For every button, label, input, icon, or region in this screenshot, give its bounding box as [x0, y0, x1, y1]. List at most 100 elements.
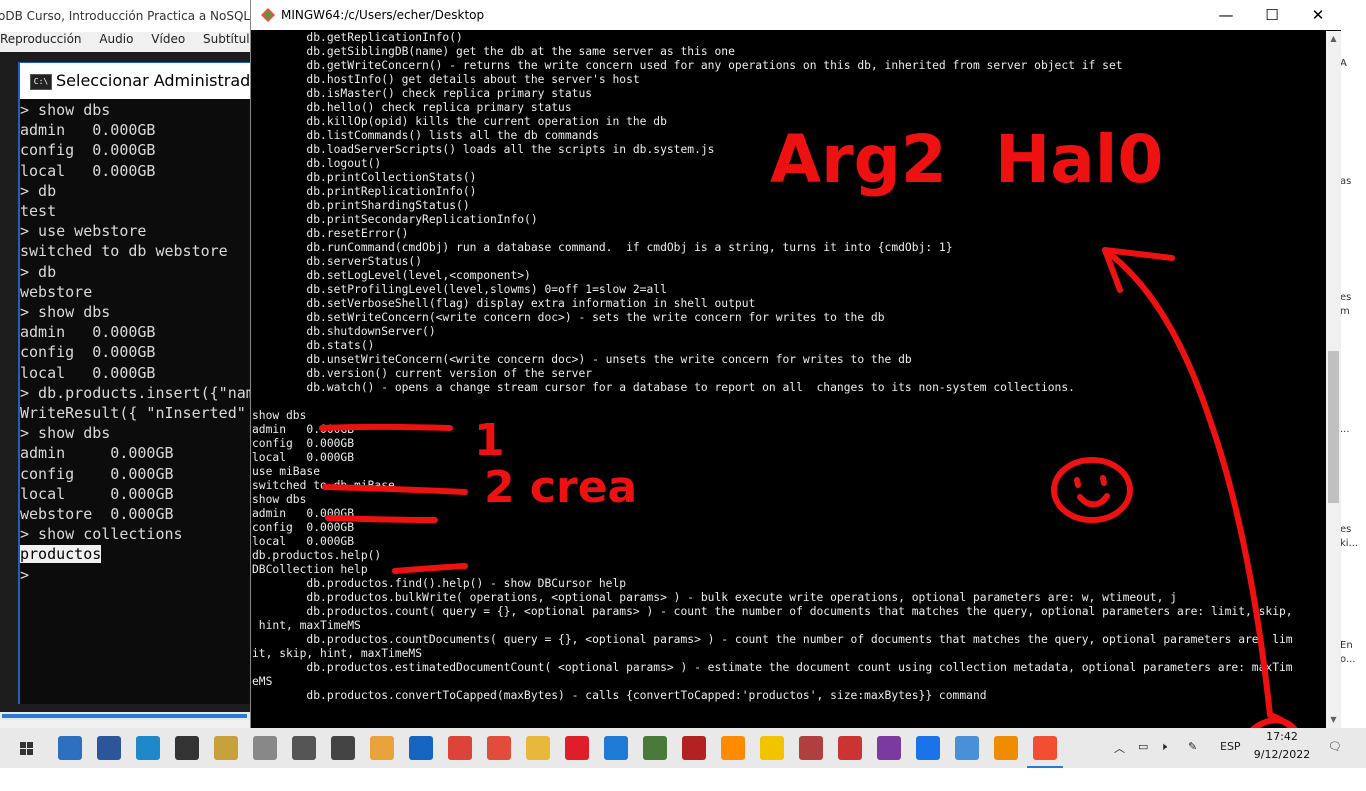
- terminal-line: db.getSiblingDB(name) get the db at the …: [252, 45, 735, 58]
- opera-icon[interactable]: [565, 736, 589, 760]
- terminal-line: switched to db miBase: [252, 479, 395, 492]
- pen-icon[interactable]: ✎: [1188, 740, 1197, 753]
- cmd-line: > db.products.insert({"nam: [20, 383, 255, 402]
- cmd-output: > show dbs admin 0.000GB config 0.000GB loc…: [20, 100, 260, 700]
- edge-text: m: [1340, 306, 1350, 317]
- filezilla-icon[interactable]: [682, 736, 706, 760]
- terminal-line: config 0.000GB: [252, 437, 355, 450]
- globe-icon[interactable]: [955, 736, 979, 760]
- cmd-line: WriteResult({ "nInserted": [20, 404, 246, 423]
- terminal-titlebar[interactable]: MINGW64:/c/Users/echer/Desktop — ☐ ✕: [251, 0, 1341, 30]
- terminal-line: eMS: [252, 675, 273, 688]
- terminal-title: MINGW64:/c/Users/echer/Desktop: [281, 8, 485, 22]
- stars-icon[interactable]: [175, 736, 199, 760]
- terminal-line: db.printShardingStatus(): [252, 199, 470, 212]
- chrome-icon[interactable]: [448, 736, 472, 760]
- terminal-line: db.productos.countDocuments( query = {},…: [252, 633, 1293, 646]
- cmd-line: > show dbs: [20, 424, 111, 443]
- vscode-icon[interactable]: [604, 736, 628, 760]
- git-icon[interactable]: [1027, 736, 1063, 768]
- scroll-up-icon[interactable]: ▲: [1326, 31, 1341, 47]
- terminal-line: hint, maxTimeMS: [252, 619, 361, 632]
- scroll-down-icon[interactable]: ▼: [1326, 712, 1341, 728]
- terminal-line: db.resetError(): [252, 227, 409, 240]
- edge-text: A: [1340, 58, 1347, 69]
- h-icon[interactable]: [409, 736, 433, 760]
- terminal-line: db.setVerboseShell(flag) display extra i…: [252, 297, 756, 310]
- sheets-icon[interactable]: [136, 736, 160, 760]
- terminal-line: db.productos.bulkWrite( operations, <opt…: [252, 591, 1177, 604]
- cmd-titlebar: C:\ Seleccionar Administrador: Sím: [20, 62, 307, 99]
- media-player-menu: Reproducción Audio Vídeo Subtítulo H: [0, 32, 284, 52]
- minimize-button[interactable]: —: [1203, 0, 1249, 30]
- camera-icon[interactable]: [253, 736, 277, 760]
- terminal-line: db.killOp(opid) kills the current operat…: [252, 115, 667, 128]
- edge-text: En: [1340, 640, 1353, 651]
- taskbar-clock[interactable]: 17:42 9/12/2022: [1244, 728, 1320, 768]
- battery-icon[interactable]: ▭: [1138, 740, 1148, 753]
- start-icon[interactable]: [6, 728, 44, 768]
- terminal-line: db.productos.find().help() - show DBCurs…: [252, 577, 627, 590]
- language-indicator[interactable]: ESP: [1220, 740, 1241, 753]
- vc-icon[interactable]: [916, 736, 940, 760]
- cmd-icon: C:\: [30, 74, 52, 90]
- virus-icon[interactable]: [799, 736, 823, 760]
- cmd-line: > use webstore: [20, 222, 147, 241]
- cmd-line: admin 0.000GB: [20, 323, 156, 342]
- clock-time: 17:42: [1266, 730, 1298, 743]
- menu-subtitulo[interactable]: Subtítulo: [203, 32, 257, 46]
- background-window-edge: A as es m ... es ki... En o...: [1340, 0, 1366, 728]
- close-button[interactable]: ✕: [1295, 0, 1341, 30]
- git-diamond-icon: [261, 8, 275, 22]
- menu-reproduccion[interactable]: Reproducción: [0, 32, 82, 46]
- video-progress-bar[interactable]: [0, 712, 260, 720]
- edge-text: as: [1340, 176, 1352, 187]
- notepad-icon[interactable]: [643, 736, 667, 760]
- vlc-icon[interactable]: [994, 736, 1018, 760]
- terminal-line: local 0.000GB: [252, 535, 355, 548]
- paint-icon[interactable]: [214, 736, 238, 760]
- terminal-output[interactable]: db.getReplicationInfo() db.getSiblingDB(…: [252, 31, 1324, 721]
- terminal-line: show dbs: [252, 409, 307, 422]
- terminal-line: db.setLogLevel(level,<component>): [252, 269, 531, 282]
- terminal-line: db.shutdownServer(): [252, 325, 436, 338]
- cmd-line: local 0.000GB: [20, 484, 174, 503]
- hat-icon[interactable]: [331, 736, 355, 760]
- terminal-line: use miBase: [252, 465, 321, 478]
- fan-icon[interactable]: [838, 736, 862, 760]
- menu-audio[interactable]: Audio: [99, 32, 133, 46]
- cmd-line: > show dbs: [20, 303, 111, 322]
- calculator-icon[interactable]: [292, 736, 316, 760]
- sublime-icon[interactable]: [721, 736, 745, 760]
- terminal-scrollbar[interactable]: ▲ ▼: [1326, 31, 1341, 728]
- video-cmd-window: C:\ Seleccionar Administrador: Sím > sho…: [18, 62, 307, 704]
- maximize-button[interactable]: ☐: [1249, 0, 1295, 30]
- chevron-up-icon[interactable]: ︿: [1114, 740, 1125, 756]
- terminal-line: db.productos.help(): [252, 549, 382, 562]
- media-player-window: oDB Curso, Introducción Practica a NoSQL…: [0, 0, 307, 728]
- clock-date: 9/12/2022: [1253, 748, 1311, 761]
- word-icon[interactable]: [97, 736, 121, 760]
- notification-icon[interactable]: 🗨: [1328, 740, 1342, 753]
- sync-icon[interactable]: [370, 736, 394, 760]
- terminal-window: MINGW64:/c/Users/echer/Desktop — ☐ ✕ db.…: [250, 0, 1341, 728]
- terminal-line: DBCollection help: [252, 563, 368, 576]
- terminal-line: db.stats(): [252, 339, 375, 352]
- folder-icon[interactable]: [526, 736, 550, 760]
- edge-text: es: [1340, 292, 1352, 303]
- terminal-line: db.getWriteConcern() - returns the write…: [252, 59, 1123, 72]
- terminal-line: config 0.000GB: [252, 521, 355, 534]
- cursor-icon[interactable]: [760, 736, 784, 760]
- menu-video[interactable]: Vídeo: [151, 32, 185, 46]
- cmd-line: >: [20, 565, 30, 584]
- explorer-win-icon[interactable]: [58, 736, 82, 760]
- taskbar: ︿ ▭ 🕨 ✎ ESP 🗨: [0, 728, 1366, 768]
- git-tool-icon[interactable]: [487, 736, 511, 760]
- volume-icon[interactable]: 🕨: [1160, 740, 1167, 754]
- cmd-line: webstore 0.000GB: [20, 505, 174, 524]
- terminal-line: admin 0.000GB: [252, 423, 355, 436]
- scroll-thumb[interactable]: [1328, 351, 1339, 503]
- color-grid-icon[interactable]: [877, 736, 901, 760]
- cmd-line: > db: [20, 181, 57, 200]
